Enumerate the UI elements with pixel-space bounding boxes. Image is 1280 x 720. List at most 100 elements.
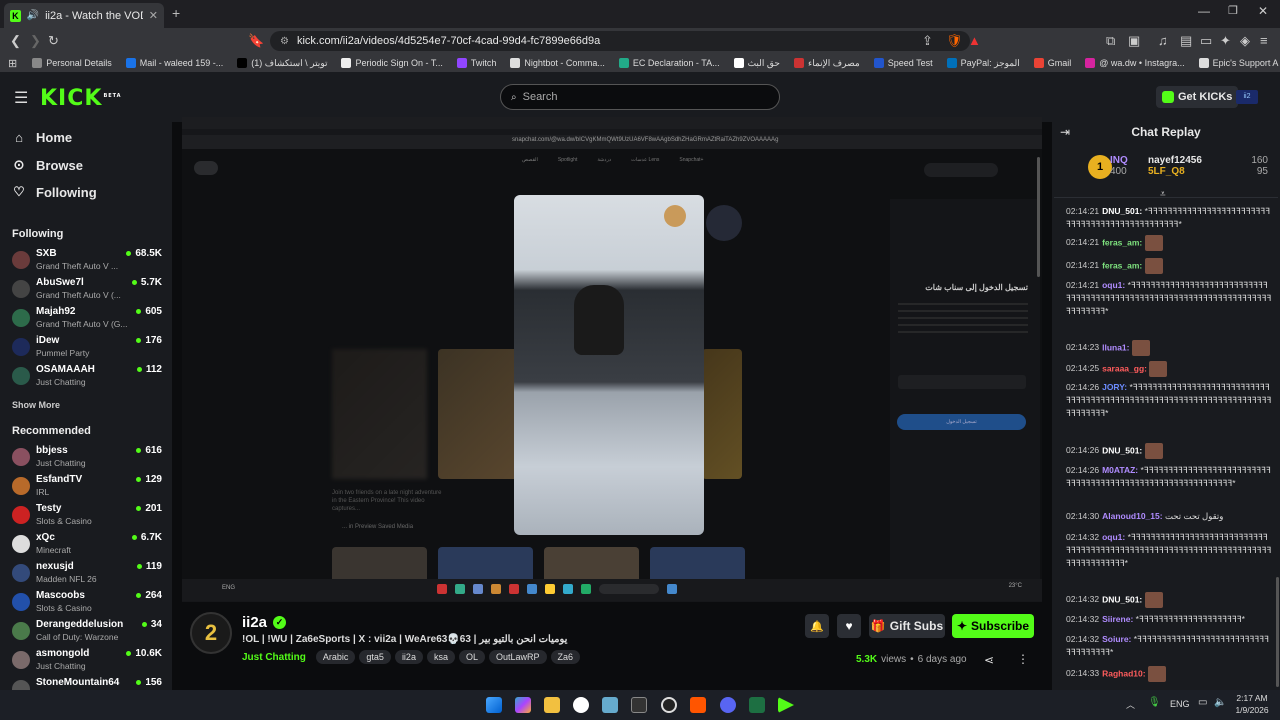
new-tab-icon[interactable]: + xyxy=(172,5,180,21)
chat-username[interactable]: Siirene: xyxy=(1102,614,1133,624)
back-icon[interactable]: ❮ xyxy=(10,33,21,49)
bookmark-item[interactable]: Personal Details xyxy=(25,58,119,69)
vpn-icon[interactable]: ◈ xyxy=(1240,33,1250,49)
bookmark-item[interactable]: Speed Test xyxy=(867,58,940,69)
sidebar-channel[interactable]: AbuSwe7l Grand Theft Auto V (... 5.7K xyxy=(12,276,162,304)
bookmark-item[interactable]: Epic's Support A Cr... xyxy=(1192,58,1280,69)
menu-icon[interactable]: ≡ xyxy=(1260,33,1268,48)
bookmark-item[interactable]: Gmail xyxy=(1027,58,1079,69)
search-placeholder[interactable]: Search xyxy=(523,91,558,103)
sidebar-channel[interactable]: xQc Minecraft 6.7K xyxy=(12,531,162,559)
stream-category[interactable]: Just Chatting xyxy=(242,652,306,663)
chat-username[interactable]: saraaa_gg: xyxy=(1102,363,1147,373)
bookmark-item[interactable]: @ wa.dw • Instagra... xyxy=(1078,58,1191,69)
browser-tab[interactable]: K 🔊 ii2a - Watch the VOD on Kick ✕ xyxy=(4,3,164,28)
gift-subs-button[interactable]: 🎁 Gift Subs xyxy=(869,614,945,638)
sidebar-channel[interactable]: Testy Slots & Casino 201 xyxy=(12,502,162,530)
windows-start-icon[interactable] xyxy=(486,697,502,713)
chat-username[interactable]: feras_am: xyxy=(1102,237,1142,247)
leader-1-name[interactable]: INQ xyxy=(1110,155,1128,166)
wallet-icon[interactable]: ▭ xyxy=(1200,33,1212,49)
chat-username[interactable]: DNU_501: xyxy=(1102,594,1142,604)
taskbar-clock[interactable]: 2:17 AM 1/9/2026 xyxy=(1230,692,1274,716)
expand-leaderboard-icon[interactable]: ⩡ xyxy=(1160,189,1166,200)
reload-icon[interactable]: ↻ xyxy=(48,33,59,49)
sidebar-channel[interactable]: OSAMAAAH Just Chatting 112 xyxy=(12,363,162,391)
stream-tag[interactable]: ksa xyxy=(426,650,455,664)
sidebar-channel[interactable]: bbjess Just Chatting 616 xyxy=(12,444,162,472)
calculator-icon[interactable] xyxy=(631,697,647,713)
bookmark-item[interactable]: EC Declaration - TA... xyxy=(612,58,727,69)
chat-username[interactable]: Alanoud10_15: xyxy=(1102,511,1162,521)
sidebar-channel[interactable]: asmongold Just Chatting 10.6K xyxy=(12,647,162,675)
window-close-icon[interactable]: ✕ xyxy=(1258,4,1268,18)
tray-overflow-icon[interactable]: ︿ xyxy=(1126,698,1135,711)
tab-close-icon[interactable]: ✕ xyxy=(149,9,158,22)
maximize-icon[interactable]: ❐ xyxy=(1228,4,1238,17)
bookmark-item[interactable]: Periodic Sign On - T... xyxy=(334,58,449,69)
sidebar-channel[interactable]: EsfandTV IRL 129 xyxy=(12,473,162,501)
share-icon[interactable]: ⇪ xyxy=(922,33,933,49)
chat-username[interactable]: lluna1: xyxy=(1102,342,1129,352)
chat-username[interactable]: oqu1: xyxy=(1102,532,1125,542)
copilot-icon[interactable] xyxy=(515,697,531,713)
user-avatar[interactable]: ii2 xyxy=(1236,90,1258,104)
apps-grid-icon[interactable]: ⊞ xyxy=(6,57,25,70)
chat-username[interactable]: JORY: xyxy=(1102,382,1127,392)
bookmark-item[interactable]: PayPal: الموجز xyxy=(940,58,1027,69)
stream-tag[interactable]: Arabic xyxy=(315,650,356,664)
sidebar-channel[interactable]: SXB Grand Theft Auto V ... 68.5K xyxy=(12,247,162,275)
extensions-icon[interactable]: ⧉ xyxy=(1106,33,1115,49)
stream-tag[interactable]: ii2a xyxy=(394,650,423,664)
channel-avatar[interactable]: 2 xyxy=(190,612,232,654)
brave-rewards-icon[interactable]: ▲ xyxy=(968,33,981,48)
taskbar-lang[interactable]: ENG xyxy=(1170,699,1190,709)
media-icon[interactable]: ♫ xyxy=(1158,33,1168,48)
sidebar-toggle-icon[interactable]: ▤ xyxy=(1180,33,1192,49)
bookmark-item[interactable]: Twitch xyxy=(450,58,504,69)
video-scrollbar[interactable] xyxy=(1037,157,1040,277)
chat-username[interactable]: Raghad10: xyxy=(1102,668,1145,678)
video-player[interactable]: snapchat.com/@wa.dw/bICVgKMmQWt9UzUA6VF8… xyxy=(182,117,1042,602)
discord-icon[interactable] xyxy=(720,697,736,713)
brave-icon[interactable] xyxy=(690,697,706,713)
chat-scrollbar[interactable] xyxy=(1276,577,1279,687)
leo-icon[interactable]: ✦ xyxy=(1220,33,1231,49)
store-icon[interactable] xyxy=(602,697,618,713)
mic-icon[interactable]: 🎙 xyxy=(1148,697,1161,708)
search-bar[interactable]: ⌕ Search xyxy=(500,84,780,110)
stream-tag[interactable]: OutLawRP xyxy=(488,650,547,664)
chrome-icon[interactable] xyxy=(573,697,589,713)
channel-name[interactable]: ii2a xyxy=(242,614,267,631)
bookmark-icon[interactable]: 🔖 xyxy=(248,33,264,49)
stream-tag[interactable]: gta5 xyxy=(359,650,391,664)
leader-2-name[interactable]: nayef12456 xyxy=(1148,155,1202,166)
speaker-icon[interactable]: 🔊 xyxy=(27,10,39,21)
url-bar[interactable]: ⚙ kick.com/ii2a/videos/4d5254e7-70cf-4ca… xyxy=(270,31,970,51)
snap-next-circle[interactable] xyxy=(706,205,742,241)
sidebar-channel[interactable]: StoneMountain64 156 xyxy=(12,676,162,690)
chat-username[interactable]: Soiure: xyxy=(1102,634,1131,644)
chat-username[interactable]: DNU_501: xyxy=(1102,445,1142,455)
file-explorer-icon[interactable] xyxy=(544,697,560,713)
bookmark-item[interactable]: مصرف الإنماء xyxy=(787,58,867,69)
sidebar-channel[interactable]: nexusjd Madden NFL 26 119 xyxy=(12,560,162,588)
hamburger-menu-icon[interactable]: ☰ xyxy=(14,88,28,108)
show-more-link[interactable]: Show More xyxy=(12,400,60,410)
nav-item-browse[interactable]: ⊙ Browse xyxy=(12,157,83,173)
stream-tag[interactable]: OL xyxy=(458,650,485,664)
excel-icon[interactable] xyxy=(749,697,765,713)
get-kicks-button[interactable]: Get KICKs xyxy=(1156,86,1239,108)
sidebar-channel[interactable]: Derangeddelusion Call of Duty: Warzone 34 xyxy=(12,618,162,646)
snap-video-frame[interactable] xyxy=(514,195,704,535)
network-icon[interactable]: ▭ xyxy=(1198,697,1207,708)
bookmark-item[interactable]: (1) تويتر \ استكشاف xyxy=(230,58,334,69)
bookmark-item[interactable]: Mail - waleed 159 -... xyxy=(119,58,231,69)
subscribe-button[interactable]: ✦ Subscribe xyxy=(952,614,1034,638)
bookmark-item[interactable]: حق البث xyxy=(727,58,787,69)
sidebar-channel[interactable]: Majah92 Grand Theft Auto V (G... 605 xyxy=(12,305,162,333)
brave-shield-icon[interactable]: 🛡 xyxy=(946,33,963,49)
obs-icon[interactable] xyxy=(661,697,677,713)
nav-item-following[interactable]: ♡ Following xyxy=(12,184,96,200)
volume-icon[interactable]: 🔈 xyxy=(1214,697,1226,708)
